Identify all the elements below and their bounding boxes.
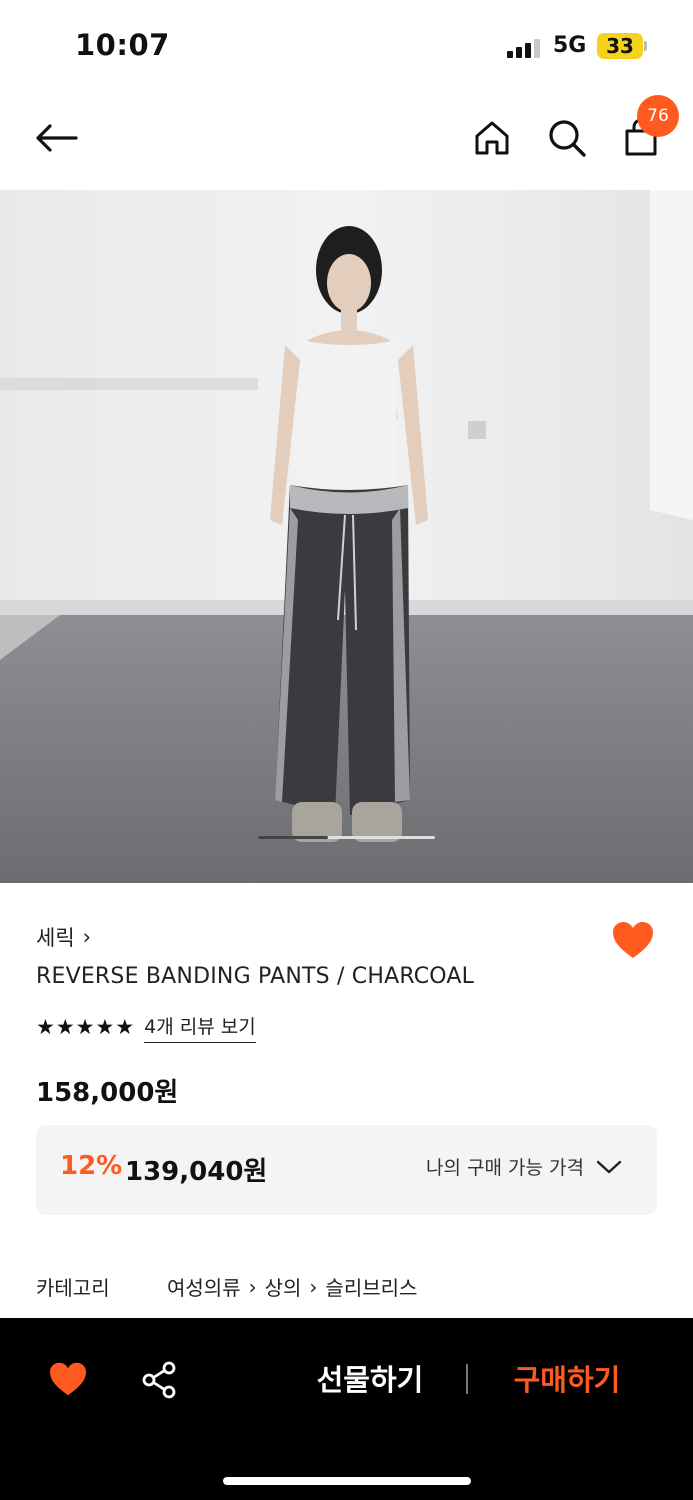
category-crumb[interactable]: 상의 bbox=[265, 1272, 302, 1301]
share-icon bbox=[142, 1361, 176, 1399]
home-indicator[interactable] bbox=[223, 1477, 471, 1485]
star-icon: ★ bbox=[75, 1014, 95, 1039]
cart-count-badge: 76 bbox=[637, 95, 679, 137]
star-icon: ★ bbox=[55, 1014, 75, 1039]
category-crumb[interactable]: 슬리브리스 bbox=[325, 1272, 417, 1301]
review-link[interactable]: 4개 리뷰 보기 bbox=[144, 1012, 256, 1043]
search-button[interactable] bbox=[541, 112, 593, 164]
discount-rate: 12% bbox=[60, 1151, 123, 1181]
share-button[interactable] bbox=[139, 1360, 179, 1400]
signal-icon bbox=[507, 38, 541, 58]
star-icon: ★ bbox=[36, 1014, 55, 1039]
product-name: REVERSE BANDING PANTS / CHARCOAL bbox=[36, 964, 475, 989]
status-time: 10:07 bbox=[75, 28, 170, 62]
image-pagination-thumb bbox=[258, 836, 328, 839]
arrow-left-icon bbox=[36, 124, 78, 152]
nav-bar bbox=[0, 92, 693, 190]
chevron-right-icon: › bbox=[82, 925, 92, 949]
chevron-down-icon bbox=[596, 1160, 622, 1173]
bottom-action-bar: 선물하기 구매하기 bbox=[0, 1318, 693, 1500]
gift-button[interactable]: 선물하기 bbox=[300, 1358, 440, 1402]
home-icon bbox=[475, 121, 509, 155]
status-bar: 10:07 5G 33 bbox=[0, 0, 693, 92]
rating-stars: ★ ★ ★ ★ ★ bbox=[36, 1014, 135, 1039]
star-icon: ★ bbox=[115, 1014, 135, 1039]
original-price: 158,000원 bbox=[36, 1078, 179, 1108]
wishlist-bottom-button[interactable] bbox=[48, 1361, 88, 1397]
product-photo bbox=[0, 190, 693, 883]
rating-row: ★ ★ ★ ★ ★ 4개 리뷰 보기 bbox=[36, 1012, 256, 1043]
heart-icon bbox=[613, 922, 653, 958]
my-price-toggle[interactable]: 나의 구매 가능 가격 bbox=[426, 1153, 622, 1180]
network-label: 5G bbox=[553, 33, 587, 58]
my-price-label: 나의 구매 가능 가격 bbox=[426, 1157, 584, 1179]
chevron-right-icon: › bbox=[248, 1274, 257, 1299]
heart-icon bbox=[50, 1362, 86, 1396]
search-icon bbox=[549, 120, 586, 157]
brand-name: 세릭 bbox=[36, 926, 75, 950]
discount-price-box: 12% 139,040원 나의 구매 가능 가격 bbox=[36, 1125, 657, 1215]
wishlist-button[interactable] bbox=[611, 920, 655, 960]
battery-icon: 33 bbox=[597, 33, 643, 59]
category-row: 카테고리 여성의류 › 상의 › 슬리브리스 bbox=[36, 1272, 417, 1301]
battery-cap bbox=[644, 41, 647, 51]
home-button[interactable] bbox=[466, 112, 518, 164]
discount-price: 139,040원 bbox=[125, 1157, 268, 1187]
chevron-right-icon: › bbox=[309, 1274, 318, 1299]
divider bbox=[466, 1364, 468, 1394]
category-label: 카테고리 bbox=[36, 1276, 110, 1300]
brand-link[interactable]: 세릭 › bbox=[36, 922, 91, 952]
category-crumb[interactable]: 여성의류 bbox=[167, 1272, 241, 1301]
product-image[interactable] bbox=[0, 190, 693, 883]
buy-button[interactable]: 구매하기 bbox=[497, 1358, 637, 1402]
back-button[interactable] bbox=[30, 112, 82, 164]
image-pagination bbox=[258, 836, 435, 839]
star-icon: ★ bbox=[95, 1014, 115, 1039]
